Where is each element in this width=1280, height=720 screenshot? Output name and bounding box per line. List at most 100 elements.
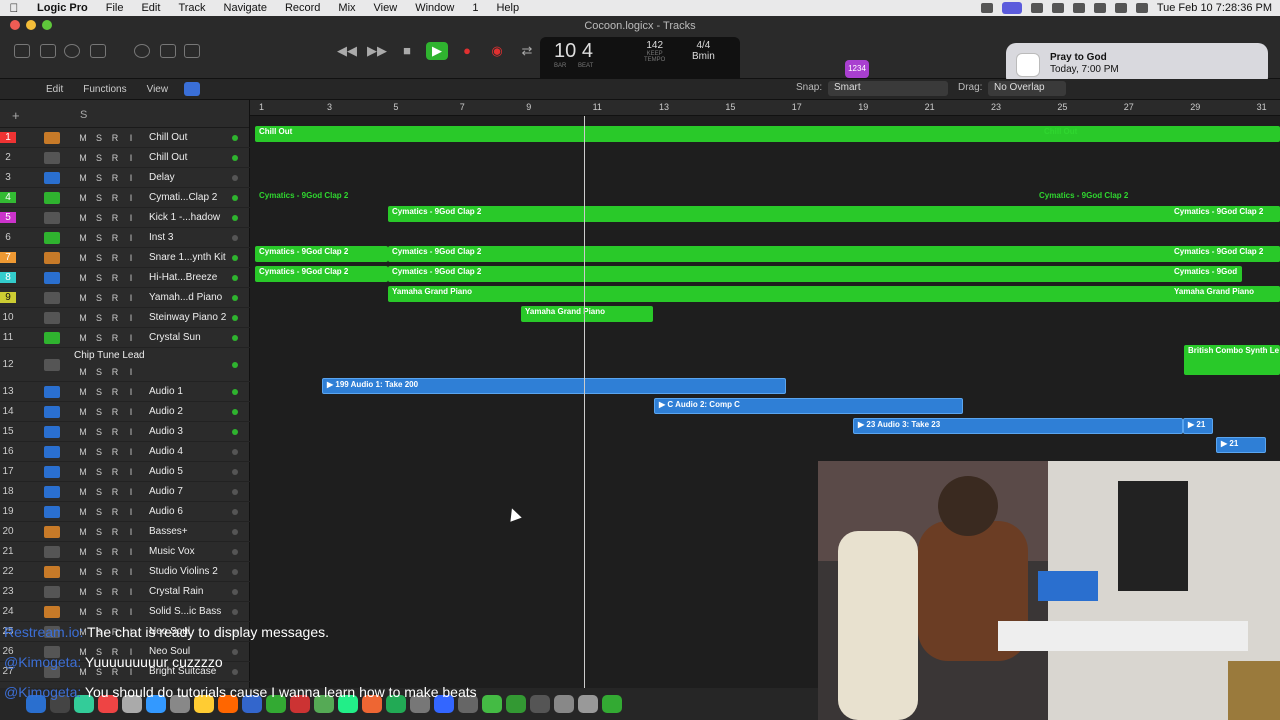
mute-button[interactable]: M	[77, 506, 89, 518]
midi-region[interactable]: Cymatics - 9God	[1170, 266, 1242, 282]
dock-app-icon[interactable]	[506, 695, 526, 713]
library-icon[interactable]	[14, 44, 30, 58]
view-menu[interactable]: View	[137, 84, 179, 95]
play-button[interactable]: ▶	[426, 42, 448, 60]
track-instrument-icon[interactable]	[44, 505, 60, 518]
input-monitor-button[interactable]: I	[125, 292, 137, 304]
midi-region[interactable]: Cymatics - 9God Clap 2	[255, 246, 388, 262]
solo-button[interactable]: S	[93, 506, 105, 518]
record-enable-button[interactable]: R	[109, 366, 121, 378]
dock-app-icon[interactable]	[578, 695, 598, 713]
mute-button[interactable]: M	[77, 586, 89, 598]
dock-app-icon[interactable]	[482, 695, 502, 713]
toolbar-icon[interactable]	[90, 44, 106, 58]
input-monitor-button[interactable]: I	[125, 232, 137, 244]
record-enable-button[interactable]: R	[109, 506, 121, 518]
menu-track[interactable]: Track	[169, 2, 214, 14]
track-instrument-icon[interactable]	[44, 565, 60, 578]
track-instrument-icon[interactable]	[44, 385, 60, 398]
track-row[interactable]: 6 M S R I Inst 3	[0, 228, 250, 248]
record-enable-button[interactable]: R	[109, 446, 121, 458]
midi-region[interactable]: Yamaha Grand Piano	[1170, 286, 1280, 302]
track-instrument-icon[interactable]	[44, 525, 60, 538]
input-monitor-button[interactable]: I	[125, 192, 137, 204]
midi-region[interactable]: British Combo Synth Le	[1184, 345, 1280, 375]
track-instrument-icon[interactable]	[44, 291, 60, 304]
stop-icon[interactable]: ■	[396, 42, 418, 60]
list-view-icon[interactable]	[184, 82, 201, 96]
record-enable-button[interactable]: R	[109, 132, 121, 144]
mute-button[interactable]: M	[77, 486, 89, 498]
track-name[interactable]: Audio 7	[149, 486, 183, 497]
ruler[interactable]: 1 3 5 7 9 11 13 15 17 19 21 23 25 27 29 31	[250, 100, 1280, 116]
audio-region[interactable]: ▶ 199 Audio 1: Take 200	[322, 378, 786, 394]
track-name[interactable]: Crystal Rain	[149, 586, 203, 597]
track-instrument-icon[interactable]	[44, 131, 60, 144]
track-instrument-icon[interactable]	[44, 271, 60, 284]
track-instrument-icon[interactable]	[44, 331, 60, 344]
record-enable-button[interactable]: R	[109, 586, 121, 598]
record-enable-button[interactable]: R	[109, 566, 121, 578]
mute-button[interactable]: M	[77, 606, 89, 618]
track-instrument-icon[interactable]	[44, 545, 60, 558]
record-enable-button[interactable]: R	[109, 466, 121, 478]
menu-app[interactable]: Logic Pro	[28, 2, 97, 14]
track-row[interactable]: 13 M S R I Audio 1	[0, 382, 250, 402]
midi-region[interactable]: Cymatics - 9God Clap 2	[255, 190, 455, 204]
add-track-button[interactable]: +	[12, 108, 20, 123]
track-row[interactable]: 23 M S R I Crystal Rain	[0, 582, 250, 602]
track-name[interactable]: Yamah...d Piano	[149, 292, 222, 303]
input-monitor-button[interactable]: I	[125, 212, 137, 224]
track-row[interactable]: 19 M S R I Audio 6	[0, 502, 250, 522]
track-instrument-icon[interactable]	[44, 605, 60, 618]
functions-menu[interactable]: Functions	[73, 84, 136, 95]
wifi-icon[interactable]	[1114, 3, 1127, 13]
track-row[interactable]: 8 M S R I Hi-Hat...Breeze	[0, 268, 250, 288]
solo-button[interactable]: S	[93, 152, 105, 164]
input-monitor-button[interactable]: I	[125, 446, 137, 458]
mute-button[interactable]: M	[77, 406, 89, 418]
menu-window[interactable]: Window	[406, 2, 463, 14]
mute-button[interactable]: M	[77, 526, 89, 538]
solo-button[interactable]: S	[93, 172, 105, 184]
solo-button[interactable]: S	[93, 406, 105, 418]
input-monitor-button[interactable]: I	[125, 272, 137, 284]
solo-button[interactable]: S	[93, 566, 105, 578]
track-instrument-icon[interactable]	[44, 311, 60, 324]
mute-button[interactable]: M	[77, 366, 89, 378]
track-name[interactable]: Cymati...Clap 2	[149, 192, 217, 203]
menu-mix[interactable]: Mix	[329, 2, 364, 14]
midi-region[interactable]: Cymatics - 9God Clap 2	[388, 246, 1280, 262]
count-in-badge[interactable]: 1234	[845, 60, 869, 78]
mute-button[interactable]: M	[77, 192, 89, 204]
solo-button[interactable]: S	[93, 366, 105, 378]
track-name[interactable]: Audio 6	[149, 506, 183, 517]
solo-button[interactable]: S	[93, 292, 105, 304]
solo-button[interactable]: S	[93, 586, 105, 598]
solo-button[interactable]: S	[93, 526, 105, 538]
rewind-icon[interactable]: ◀◀	[336, 42, 358, 60]
track-row[interactable]: 7 M S R I Snare 1...ynth Kit	[0, 248, 250, 268]
solo-button[interactable]: S	[93, 232, 105, 244]
midi-region[interactable]: Chill Out	[1040, 126, 1240, 140]
track-instrument-icon[interactable]	[44, 585, 60, 598]
track-name[interactable]: Audio 4	[149, 446, 183, 457]
edit-menu[interactable]: Edit	[36, 84, 73, 95]
track-instrument-icon[interactable]	[44, 211, 60, 224]
mute-button[interactable]: M	[77, 386, 89, 398]
mute-button[interactable]: M	[77, 252, 89, 264]
mute-button[interactable]: M	[77, 212, 89, 224]
track-name[interactable]: Basses+	[149, 526, 188, 537]
menu-view[interactable]: View	[365, 2, 407, 14]
track-row[interactable]: 3 M S R I Delay	[0, 168, 250, 188]
record-enable-button[interactable]: R	[109, 272, 121, 284]
record-status-icon[interactable]	[1030, 3, 1043, 13]
solo-button[interactable]: S	[93, 606, 105, 618]
status-icon[interactable]	[980, 3, 993, 13]
solo-button[interactable]: S	[93, 546, 105, 558]
track-name[interactable]: Audio 5	[149, 466, 183, 477]
track-instrument-icon[interactable]	[44, 171, 60, 184]
midi-region[interactable]: Cymatics - 9God Clap 2	[1170, 206, 1280, 222]
dock-app-icon[interactable]	[602, 695, 622, 713]
play-status-icon[interactable]	[1051, 3, 1064, 13]
